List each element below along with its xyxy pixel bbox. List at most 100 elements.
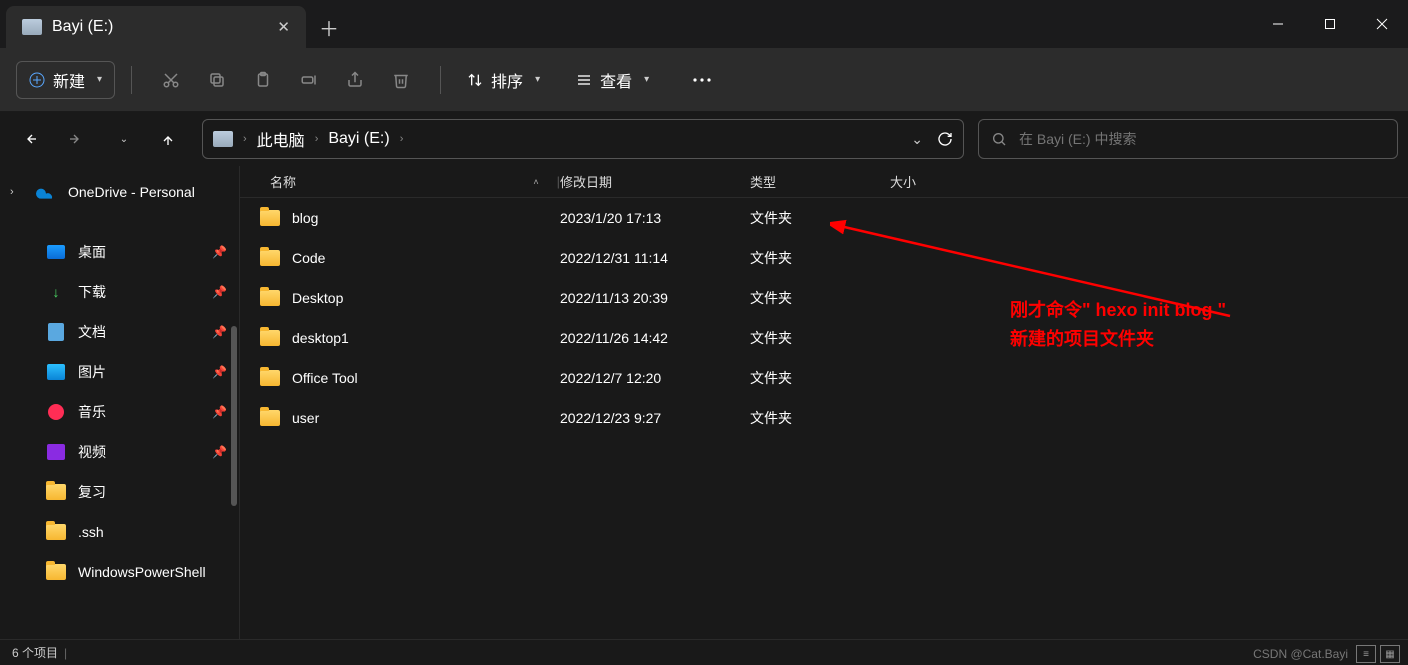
breadcrumb-current[interactable]: Bayi (E:) bbox=[328, 130, 389, 148]
sort-indicator-icon: ˄ bbox=[533, 177, 538, 187]
chevron-down-icon: ▾ bbox=[644, 74, 649, 85]
sidebar-item-label: 视频 bbox=[78, 442, 106, 462]
document-icon bbox=[46, 322, 66, 342]
close-window-button[interactable] bbox=[1356, 0, 1408, 48]
column-header-date[interactable]: 修改日期 bbox=[560, 172, 750, 191]
sidebar-item-label: OneDrive - Personal bbox=[68, 184, 195, 200]
search-bar[interactable] bbox=[978, 119, 1398, 159]
back-button[interactable] bbox=[10, 119, 50, 159]
sort-label: 排序 bbox=[491, 68, 523, 92]
view-icon bbox=[576, 72, 592, 88]
new-button[interactable]: 新建 ▾ bbox=[16, 61, 115, 99]
picture-icon bbox=[46, 362, 66, 382]
tab-title: Bayi (E:) bbox=[52, 18, 113, 36]
sidebar-item[interactable]: WindowsPowerShell bbox=[0, 552, 239, 592]
folder-icon bbox=[46, 482, 66, 502]
sidebar-item-label: 音乐 bbox=[78, 402, 106, 422]
paste-icon[interactable] bbox=[240, 60, 286, 100]
sidebar-item[interactable]: 复习 bbox=[0, 472, 239, 512]
folder-icon bbox=[46, 522, 66, 542]
sort-button[interactable]: 排序 ▾ bbox=[457, 62, 550, 98]
pin-icon: 📌 bbox=[212, 365, 227, 379]
folder-icon bbox=[260, 250, 280, 266]
column-headers: 名称 ˄ | 修改日期 类型 大小 bbox=[240, 166, 1408, 198]
file-type: 文件夹 bbox=[750, 328, 890, 348]
sidebar-item[interactable]: .ssh bbox=[0, 512, 239, 552]
sidebar-item-label: 图片 bbox=[78, 362, 106, 382]
recent-dropdown[interactable]: ⌄ bbox=[102, 119, 142, 159]
maximize-button[interactable] bbox=[1304, 0, 1356, 48]
new-tab-button[interactable]: ＋ bbox=[306, 6, 352, 48]
sidebar: › OneDrive - Personal 桌面📌↓下载📌文档📌图片📌音乐📌视频… bbox=[0, 166, 240, 639]
column-header-size[interactable]: 大小 bbox=[890, 172, 990, 191]
tab-active[interactable]: Bayi (E:) ✕ bbox=[6, 6, 306, 48]
folder-icon bbox=[260, 410, 280, 426]
search-input[interactable] bbox=[1019, 131, 1385, 147]
up-button[interactable] bbox=[148, 119, 188, 159]
folder-icon bbox=[260, 370, 280, 386]
file-type: 文件夹 bbox=[750, 368, 890, 388]
refresh-icon[interactable] bbox=[937, 131, 953, 147]
folder-icon bbox=[260, 290, 280, 306]
watermark: CSDN @Cat.Bayi bbox=[1253, 647, 1348, 661]
scrollbar-thumb[interactable] bbox=[231, 326, 237, 506]
more-icon[interactable] bbox=[679, 60, 725, 100]
titlebar: Bayi (E:) ✕ ＋ bbox=[0, 0, 1408, 48]
sidebar-item-onedrive[interactable]: › OneDrive - Personal bbox=[0, 172, 239, 212]
sidebar-item-label: 桌面 bbox=[78, 242, 106, 262]
file-name: desktop1 bbox=[292, 330, 349, 346]
sidebar-item[interactable]: ↓下载📌 bbox=[0, 272, 239, 312]
navbar: ⌄ › 此电脑 › Bayi (E:) › ⌄ bbox=[0, 112, 1408, 166]
content-area: 名称 ˄ | 修改日期 类型 大小 blog2023/1/20 17:13文件夹… bbox=[240, 166, 1408, 639]
drive-icon bbox=[213, 131, 233, 147]
toolbar: 新建 ▾ 排序 ▾ 查看 ▾ bbox=[0, 48, 1408, 112]
file-date: 2022/12/31 11:14 bbox=[560, 250, 750, 266]
copy-icon[interactable] bbox=[194, 60, 240, 100]
sidebar-item[interactable]: 视频📌 bbox=[0, 432, 239, 472]
column-header-type[interactable]: 类型 bbox=[750, 172, 890, 191]
minimize-button[interactable] bbox=[1252, 0, 1304, 48]
sidebar-item[interactable]: 图片 📌 bbox=[0, 352, 239, 392]
video-icon bbox=[46, 442, 66, 462]
sidebar-item[interactable]: 桌面 📌 bbox=[0, 232, 239, 272]
address-bar[interactable]: › 此电脑 › Bayi (E:) › ⌄ bbox=[202, 119, 964, 159]
forward-button[interactable] bbox=[56, 119, 96, 159]
view-button[interactable]: 查看 ▾ bbox=[566, 62, 659, 98]
file-date: 2022/12/7 12:20 bbox=[560, 370, 750, 386]
chevron-down-icon[interactable]: ⌄ bbox=[911, 131, 923, 148]
sidebar-item[interactable]: 音乐📌 bbox=[0, 392, 239, 432]
pin-icon: 📌 bbox=[212, 325, 227, 339]
sidebar-item-label: 文档 bbox=[78, 322, 106, 342]
close-tab-icon[interactable]: ✕ bbox=[277, 18, 290, 36]
pin-icon: 📌 bbox=[212, 245, 227, 259]
file-name: Desktop bbox=[292, 290, 343, 306]
desktop-icon bbox=[46, 242, 66, 262]
separator bbox=[131, 66, 132, 94]
status-count: 6 个项目 bbox=[12, 644, 58, 661]
file-name: Office Tool bbox=[292, 370, 358, 386]
sidebar-item-label: 复习 bbox=[78, 482, 106, 502]
breadcrumb-sep: › bbox=[315, 133, 319, 145]
table-row[interactable]: user2022/12/23 9:27文件夹 bbox=[240, 398, 1408, 438]
breadcrumb-root[interactable]: 此电脑 bbox=[257, 127, 305, 151]
sidebar-item-label: .ssh bbox=[78, 524, 104, 540]
cut-icon[interactable] bbox=[148, 60, 194, 100]
column-header-name[interactable]: 名称 ˄ | bbox=[240, 172, 560, 191]
delete-icon[interactable] bbox=[378, 60, 424, 100]
breadcrumb-sep: › bbox=[243, 133, 247, 145]
table-row[interactable]: Office Tool 2022/12/7 12:20文件夹 bbox=[240, 358, 1408, 398]
view-details-icon[interactable]: ≡ bbox=[1356, 645, 1376, 663]
rename-icon[interactable] bbox=[286, 60, 332, 100]
download-icon: ↓ bbox=[46, 282, 66, 302]
view-label: 查看 bbox=[600, 68, 632, 92]
chevron-down-icon: ▾ bbox=[535, 74, 540, 85]
sidebar-item[interactable]: 文档 📌 bbox=[0, 312, 239, 352]
file-date: 2023/1/20 17:13 bbox=[560, 210, 750, 226]
file-name: user bbox=[292, 410, 319, 426]
view-grid-icon[interactable]: ▦ bbox=[1380, 645, 1400, 663]
share-icon[interactable] bbox=[332, 60, 378, 100]
breadcrumb-sep: › bbox=[400, 133, 404, 145]
statusbar: 6 个项目 | bbox=[0, 639, 1408, 665]
cloud-icon bbox=[36, 182, 56, 202]
chevron-down-icon: ▾ bbox=[97, 74, 102, 85]
